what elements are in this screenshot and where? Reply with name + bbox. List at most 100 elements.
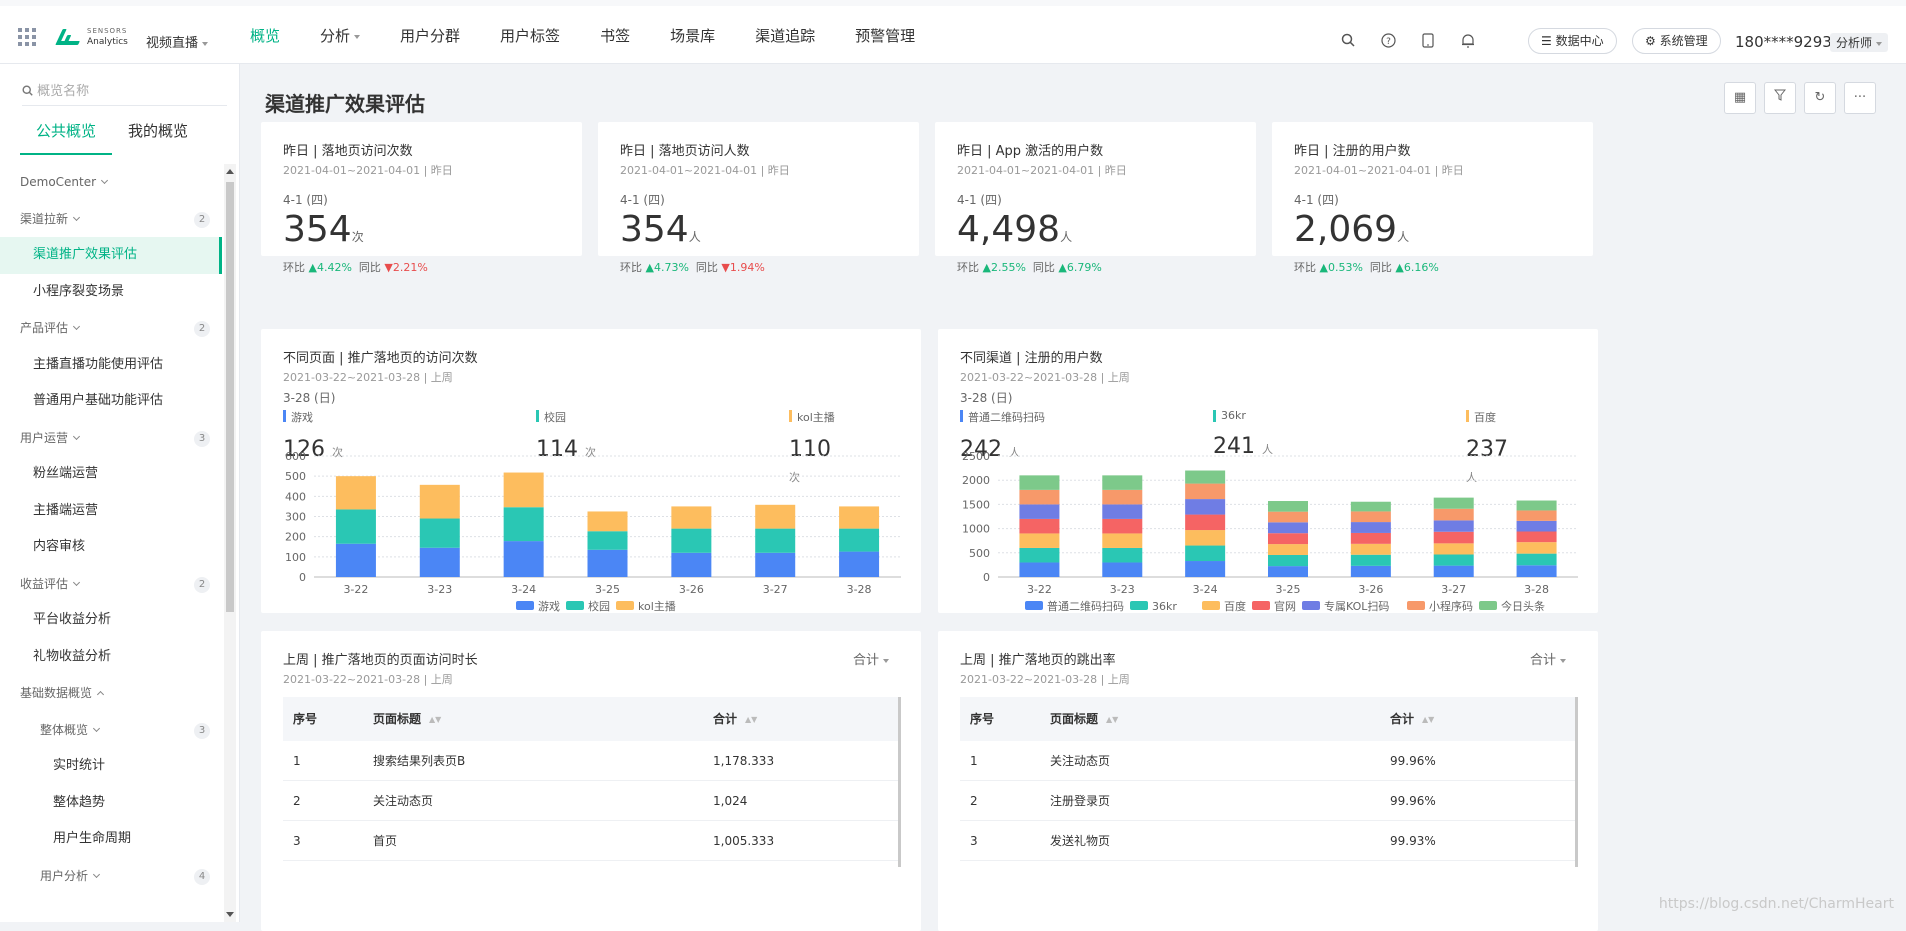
kpi-card: 昨日 | 注册的用户数 2021-04-01~2021-04-01 | 昨日 4… xyxy=(1272,122,1593,274)
chevron-down-icon xyxy=(202,41,209,46)
sidebar-item-label: 小程序裂变场景 xyxy=(33,283,125,299)
more-icon[interactable]: ··· xyxy=(1844,82,1876,114)
cell-page-title: 关注动态页 xyxy=(1050,754,1111,768)
calendar-icon[interactable]: ▦ xyxy=(1724,82,1756,114)
app-grid-icon[interactable] xyxy=(18,28,36,46)
sidebar-item[interactable]: 用户生命周期 xyxy=(0,821,222,858)
chart-card-channel-registers: 不同渠道 | 注册的用户数 2021-03-22~2021-03-28 | 上周… xyxy=(938,329,1598,613)
sidebar-item[interactable]: 整体趋势 xyxy=(0,785,222,822)
kpi-compare: 环比 ▲4.42% 同比 ▼2.21% xyxy=(283,261,428,274)
sidebar-item-label: 产品评估 xyxy=(20,321,69,335)
bar-segment xyxy=(1102,547,1143,563)
toolbar: ▦ ↻ ··· xyxy=(1724,82,1876,114)
sidebar-item[interactable]: 基础数据概览 xyxy=(0,675,222,712)
sidebar-item[interactable]: 内容审核 xyxy=(0,529,222,566)
bar-segment xyxy=(1019,547,1060,563)
sidebar-item[interactable]: 用户分析 4 xyxy=(0,858,222,895)
sidebar-item[interactable]: 用户运营 3 xyxy=(0,420,222,457)
x-tick-label: 3-28 xyxy=(847,583,872,596)
mobile-icon[interactable] xyxy=(1420,33,1436,49)
bar-segment xyxy=(335,509,376,544)
y-tick-label: 2500 xyxy=(962,450,990,463)
bar-segment xyxy=(1433,554,1474,566)
filter-icon[interactable] xyxy=(1764,82,1796,114)
refresh-icon[interactable]: ↻ xyxy=(1804,82,1836,114)
nav-item-5[interactable]: 场景库 xyxy=(650,6,735,64)
legend-label: 普通二维码扫码 xyxy=(1047,599,1124,613)
legend-label: 小程序码 xyxy=(1429,599,1473,613)
aggregate-selector[interactable]: 合计 xyxy=(853,649,889,668)
cell-total: 1,005.333 xyxy=(713,834,775,848)
sidebar-item[interactable]: 粉丝端运营 xyxy=(0,456,222,493)
role-badge[interactable]: 分析师 xyxy=(1830,33,1889,52)
nav-item-7[interactable]: 预警管理 xyxy=(835,6,935,64)
sidebar-item[interactable]: 平台收益分析 xyxy=(0,602,222,639)
bar-segment xyxy=(1516,500,1557,511)
column-header-sortable[interactable]: 合计 ▲▼ xyxy=(703,697,899,741)
bar-segment xyxy=(1516,542,1557,554)
search-icon xyxy=(22,85,33,96)
cell-page-title: 搜索结果列表页B xyxy=(373,754,466,768)
legend-label: 百度 xyxy=(1224,599,1246,613)
sidebar-item[interactable]: 整体概览 3 xyxy=(0,712,222,749)
legend-swatch xyxy=(566,601,584,610)
nav-item-2[interactable]: 用户分群 xyxy=(380,6,480,64)
system-manage-button[interactable]: ⚙ 系统管理 xyxy=(1632,28,1721,54)
table-row: 2 关注动态页 1,024 xyxy=(283,781,899,821)
kpi-value: 354次 xyxy=(283,209,364,250)
cell-page-title: 注册登录页 xyxy=(1050,794,1111,808)
sidebar-scrollbar[interactable] xyxy=(224,164,236,922)
x-tick-label: 3-27 xyxy=(763,583,788,596)
sidebar-item[interactable]: 主播端运营 xyxy=(0,493,222,530)
data-center-button[interactable]: ☰ 数据中心 xyxy=(1528,28,1617,54)
user-account[interactable]: 180****9293 xyxy=(1735,33,1832,51)
search-icon[interactable] xyxy=(1340,33,1356,49)
cell-total: 1,024 xyxy=(713,794,748,808)
sidebar-item[interactable]: 普通用户基础功能评估 xyxy=(0,383,222,420)
column-header-sortable[interactable]: 页面标题 ▲▼ xyxy=(1040,697,1380,741)
nav-item-6[interactable]: 渠道追踪 xyxy=(735,6,835,64)
sidebar-item-label: 平台收益分析 xyxy=(33,612,112,627)
nav-item-4[interactable]: 书签 xyxy=(580,6,650,64)
sidebar-item[interactable]: DemoCenter xyxy=(0,164,222,201)
sidebar-item[interactable]: 渠道拉新 2 xyxy=(0,201,222,238)
sidebar-item[interactable]: 礼物收益分析 xyxy=(0,639,222,676)
bell-icon[interactable] xyxy=(1460,33,1476,49)
sidebar-item[interactable]: 主播直播功能使用评估 xyxy=(0,347,222,384)
table-scrollbar[interactable] xyxy=(1575,697,1578,867)
legend-label: 官网 xyxy=(1274,599,1296,613)
tab-public-overview[interactable]: 公共概览 xyxy=(20,112,113,155)
y-tick-label: 400 xyxy=(285,490,306,503)
table-card: 上周 | 推广落地页的页面访问时长 2021-03-22~2021-03-28 … xyxy=(261,631,921,931)
tab-my-overview[interactable]: 我的概览 xyxy=(112,112,204,155)
nav-item-0[interactable]: 概览 xyxy=(230,6,300,64)
watermark: https://blog.csdn.net/CharmHeart xyxy=(1658,896,1894,912)
column-header-sortable[interactable]: 页面标题 ▲▼ xyxy=(363,697,703,741)
chevron-down-icon xyxy=(72,432,81,440)
legend-swatch xyxy=(1407,601,1425,610)
chevron-up-icon xyxy=(96,690,105,699)
column-header-sortable[interactable]: 合计 ▲▼ xyxy=(1380,697,1576,741)
project-selector[interactable]: 视频直播 xyxy=(146,32,209,51)
sidebar-item[interactable]: 渠道推广效果评估 xyxy=(0,237,222,274)
sidebar-item[interactable]: 实时统计 xyxy=(0,748,222,785)
bar-segment xyxy=(755,504,796,529)
nav-item-1[interactable]: 分析 xyxy=(300,6,380,64)
svg-text:?: ? xyxy=(1386,37,1391,47)
kpi-range: 2021-04-01~2021-04-01 | 昨日 xyxy=(620,164,790,177)
bar-segment xyxy=(1350,532,1391,544)
aggregate-selector[interactable]: 合计 xyxy=(1530,649,1566,668)
sidebar-item[interactable]: 小程序裂变场景 xyxy=(0,274,222,311)
sidebar-tabs: 公共概览 我的概览 xyxy=(20,112,204,155)
cell-total: 99.96% xyxy=(1390,754,1436,768)
sidebar-item-label: 普通用户基础功能评估 xyxy=(33,393,164,408)
ring-change: ▲2.55% xyxy=(982,261,1026,274)
sidebar-search-input[interactable]: 概览名称 xyxy=(22,80,227,106)
help-icon[interactable]: ? xyxy=(1380,33,1396,49)
sidebar-item[interactable]: 产品评估 2 xyxy=(0,310,222,347)
logo[interactable]: SENSORS Analytics xyxy=(55,26,128,48)
bar-segment xyxy=(671,506,712,529)
sidebar-item[interactable]: 收益评估 2 xyxy=(0,566,222,603)
nav-item-3[interactable]: 用户标签 xyxy=(480,6,580,64)
table-scrollbar[interactable] xyxy=(898,697,901,867)
